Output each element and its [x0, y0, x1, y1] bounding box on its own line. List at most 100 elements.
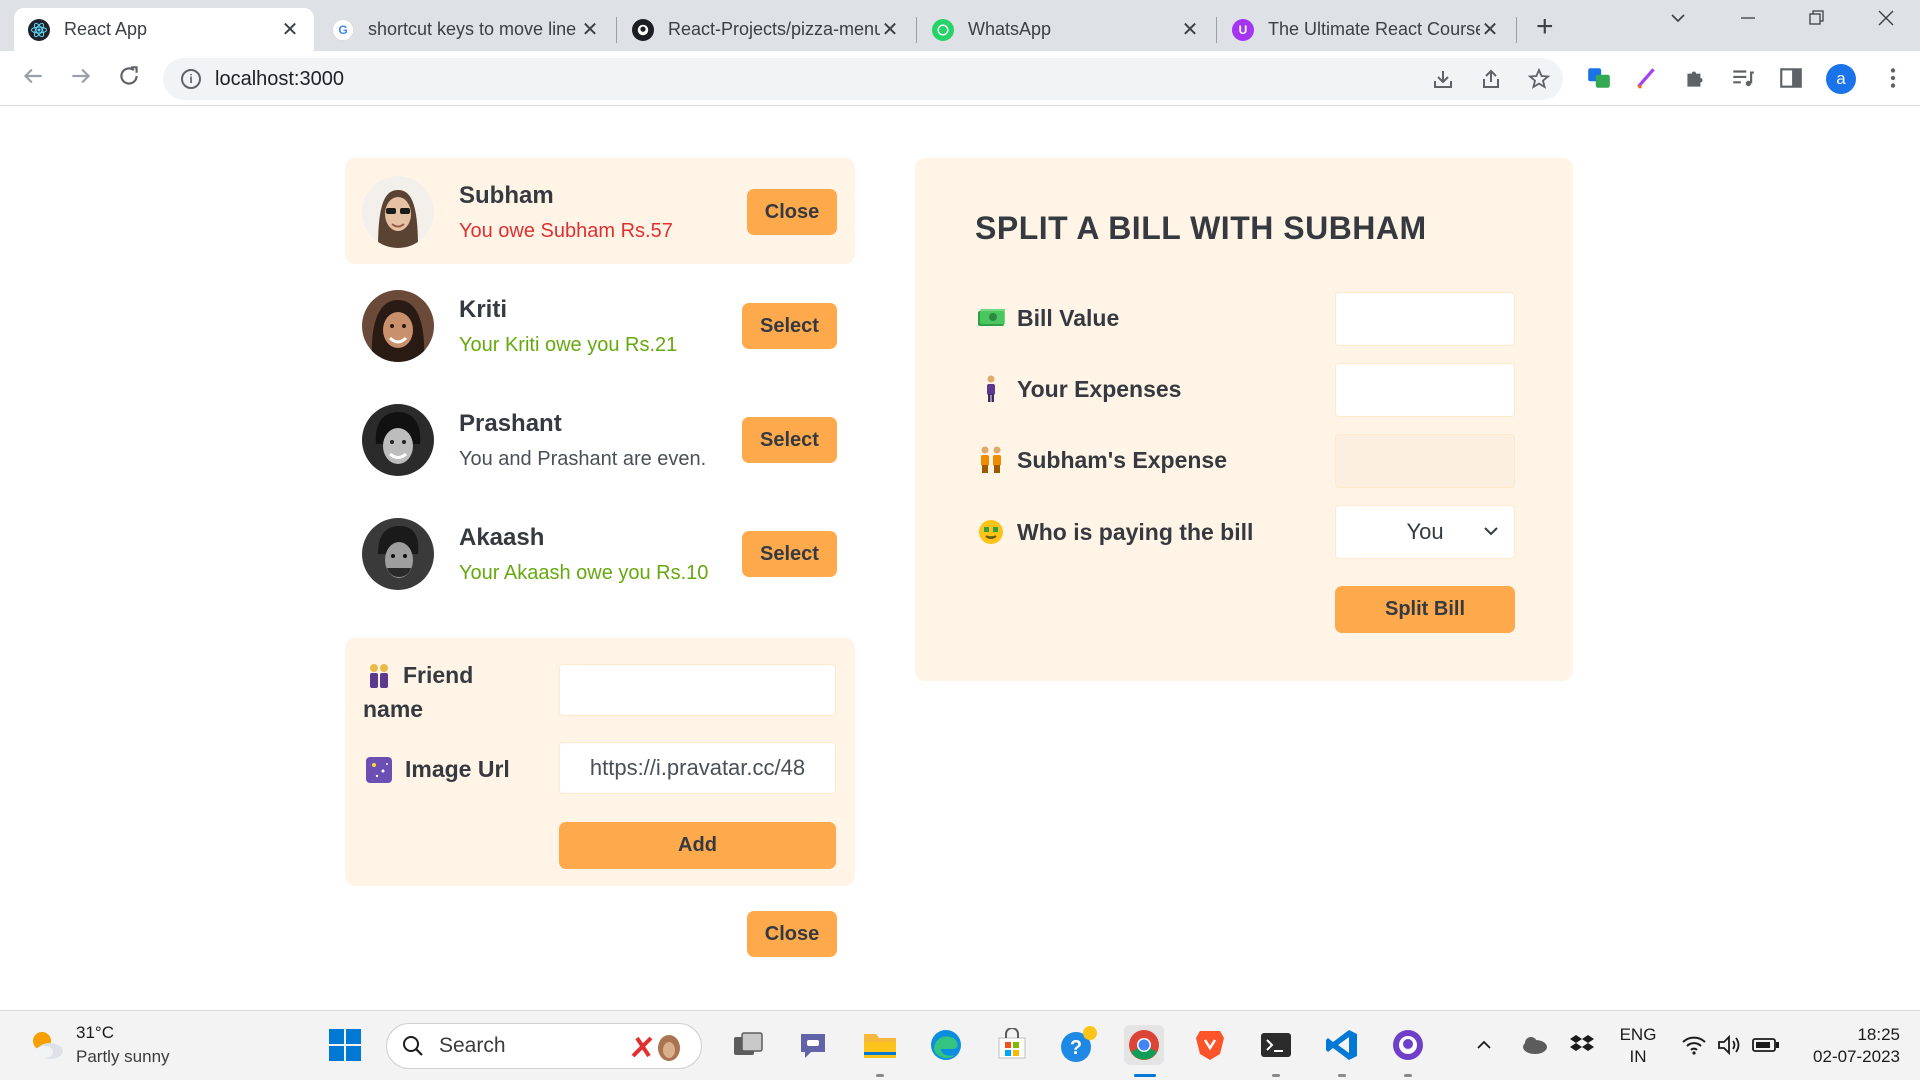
weather-temperature[interactable]: 31°C: [76, 1023, 114, 1043]
extensions-puzzle-icon[interactable]: [1682, 65, 1708, 97]
edge-browser-icon[interactable]: [926, 1025, 966, 1065]
tab-react-app[interactable]: React App ✕: [14, 8, 314, 51]
select-friend-button[interactable]: Select: [742, 303, 837, 349]
site-info-icon[interactable]: i: [181, 69, 201, 89]
share-icon[interactable]: [1479, 67, 1503, 97]
money-icon: [977, 304, 1005, 332]
wifi-icon[interactable]: [1674, 1025, 1714, 1065]
profile-avatar[interactable]: a: [1826, 64, 1856, 94]
payer-select[interactable]: You: [1335, 505, 1515, 559]
friend-balance-status: Your Akaash owe you Rs.10: [459, 562, 709, 584]
tab-separator: [616, 17, 617, 43]
windows-start-icon[interactable]: [325, 1025, 365, 1065]
your-expense-input[interactable]: [1335, 363, 1515, 417]
battery-icon[interactable]: [1746, 1025, 1786, 1065]
select-friend-button[interactable]: Select: [742, 417, 837, 463]
friend-balance-status: Your Kriti owe you Rs.21: [459, 334, 678, 356]
tab-separator: [1216, 17, 1217, 43]
weather-condition[interactable]: Partly sunny: [76, 1047, 170, 1067]
close-tab-icon[interactable]: ✕: [880, 17, 900, 42]
reload-icon[interactable]: [116, 63, 142, 96]
select-friend-button[interactable]: Select: [742, 531, 837, 577]
vscode-icon[interactable]: [1322, 1025, 1362, 1065]
chrome-taskbar-icon[interactable]: [1124, 1025, 1164, 1065]
teams-chat-icon[interactable]: [794, 1025, 834, 1065]
bill-value-input[interactable]: [1335, 292, 1515, 346]
add-friend-form: Friend name Image Url https://i.pravatar…: [345, 638, 855, 886]
tab-github[interactable]: React-Projects/pizza-menu ✕: [618, 8, 914, 51]
image-url-label: Image Url: [405, 756, 510, 782]
person-standing-icon: [977, 375, 1005, 403]
input-language-indicator[interactable]: ENG IN: [1614, 1024, 1662, 1068]
show-hidden-icons-chevron-icon[interactable]: [1464, 1025, 1504, 1065]
search-icon: [401, 1034, 425, 1058]
bill-value-label-row: Bill Value: [977, 304, 1119, 332]
forward-arrow-icon[interactable]: [68, 63, 94, 96]
friend-item-akaash: Akaash Your Akaash owe you Rs.10 Select: [345, 500, 855, 606]
install-app-icon[interactable]: [1431, 67, 1455, 97]
language-code: ENG: [1619, 1025, 1657, 1044]
split-bill-button[interactable]: Split Bill: [1335, 586, 1515, 633]
friend-item-subham: Subham You owe Subham Rs.57 Close: [345, 158, 855, 264]
tab-google-search[interactable]: G shortcut keys to move line ✕: [318, 8, 614, 51]
close-friend-button[interactable]: Close: [747, 189, 837, 235]
clock-time: 18:25: [1857, 1025, 1900, 1044]
terminal-icon[interactable]: [1256, 1025, 1296, 1065]
udemy-icon: U: [1232, 18, 1254, 41]
taskbar-search-box[interactable]: Search: [386, 1023, 702, 1069]
friend-item-prashant: Prashant You and Prashant are even. Sele…: [345, 386, 855, 492]
friend-name-label: Friend name: [363, 662, 474, 722]
close-tab-icon[interactable]: ✕: [1480, 17, 1500, 42]
new-tab-plus-icon[interactable]: +: [1536, 10, 1554, 44]
running-indicator: [1404, 1074, 1412, 1077]
close-tab-icon[interactable]: ✕: [580, 17, 600, 42]
tab-search-chevron-icon[interactable]: [1668, 8, 1688, 34]
friend-name-input[interactable]: [559, 664, 836, 716]
volume-icon[interactable]: [1710, 1025, 1750, 1065]
dropbox-icon[interactable]: [1562, 1025, 1602, 1065]
tab-title: The Ultimate React Course: [1268, 19, 1480, 39]
back-arrow-icon[interactable]: [20, 63, 46, 96]
close-add-form-button[interactable]: Close: [747, 911, 837, 957]
tab-udemy[interactable]: U The Ultimate React Course ✕: [1218, 8, 1514, 51]
close-tab-icon[interactable]: ✕: [1180, 17, 1200, 42]
running-indicator: [1272, 1074, 1280, 1077]
github-icon: [632, 18, 654, 41]
avatar: [362, 176, 434, 248]
clock[interactable]: 18:25 02-07-2023: [1800, 1024, 1900, 1068]
restore-icon[interactable]: [1806, 8, 1826, 34]
friend-name: Subham: [459, 182, 554, 209]
partly-sunny-icon[interactable]: [26, 1025, 66, 1070]
brave-browser-icon[interactable]: [1190, 1025, 1230, 1065]
tab-separator: [916, 17, 917, 43]
github-desktop-icon[interactable]: [1388, 1025, 1428, 1065]
friend-item-kriti: Kriti Your Kriti owe you Rs.21 Select: [345, 272, 855, 378]
microsoft-store-icon[interactable]: [992, 1025, 1032, 1065]
tab-whatsapp[interactable]: WhatsApp ✕: [918, 8, 1214, 51]
friend-expense-input: [1335, 434, 1515, 488]
friend-expense-label: Subham's Expense: [1017, 446, 1227, 473]
pen-extension-icon[interactable]: [1634, 65, 1660, 97]
add-friend-button[interactable]: Add: [559, 822, 836, 869]
media-control-icon[interactable]: [1730, 65, 1756, 97]
close-tab-icon[interactable]: ✕: [280, 17, 300, 42]
file-explorer-icon[interactable]: [860, 1025, 900, 1065]
help-tips-icon[interactable]: ?: [1058, 1025, 1098, 1065]
translate-extension-icon[interactable]: [1586, 65, 1612, 97]
two-people-holding-hands-icon: [977, 446, 1005, 474]
chrome-menu-icon[interactable]: [1880, 65, 1906, 97]
svg-text:?: ?: [1070, 1037, 1082, 1059]
close-window-icon[interactable]: [1876, 8, 1896, 34]
split-bill-form: SPLIT A BILL WITH SUBHAM Bill Value Your…: [915, 158, 1573, 681]
onedrive-cloud-icon[interactable]: [1514, 1025, 1554, 1065]
address-bar[interactable]: i localhost:3000: [163, 58, 1563, 100]
task-view-icon[interactable]: [728, 1025, 768, 1065]
minimize-icon[interactable]: [1738, 8, 1758, 34]
side-panel-icon[interactable]: [1778, 65, 1804, 97]
search-highlight-icon: [629, 1032, 685, 1062]
browser-tab-bar: React App ✕ G shortcut keys to move line…: [0, 0, 1920, 51]
active-indicator: [1134, 1074, 1156, 1077]
bookmark-star-icon[interactable]: [1527, 67, 1551, 97]
image-url-input[interactable]: https://i.pravatar.cc/48: [559, 742, 836, 794]
chevron-down-icon: [1482, 520, 1500, 546]
